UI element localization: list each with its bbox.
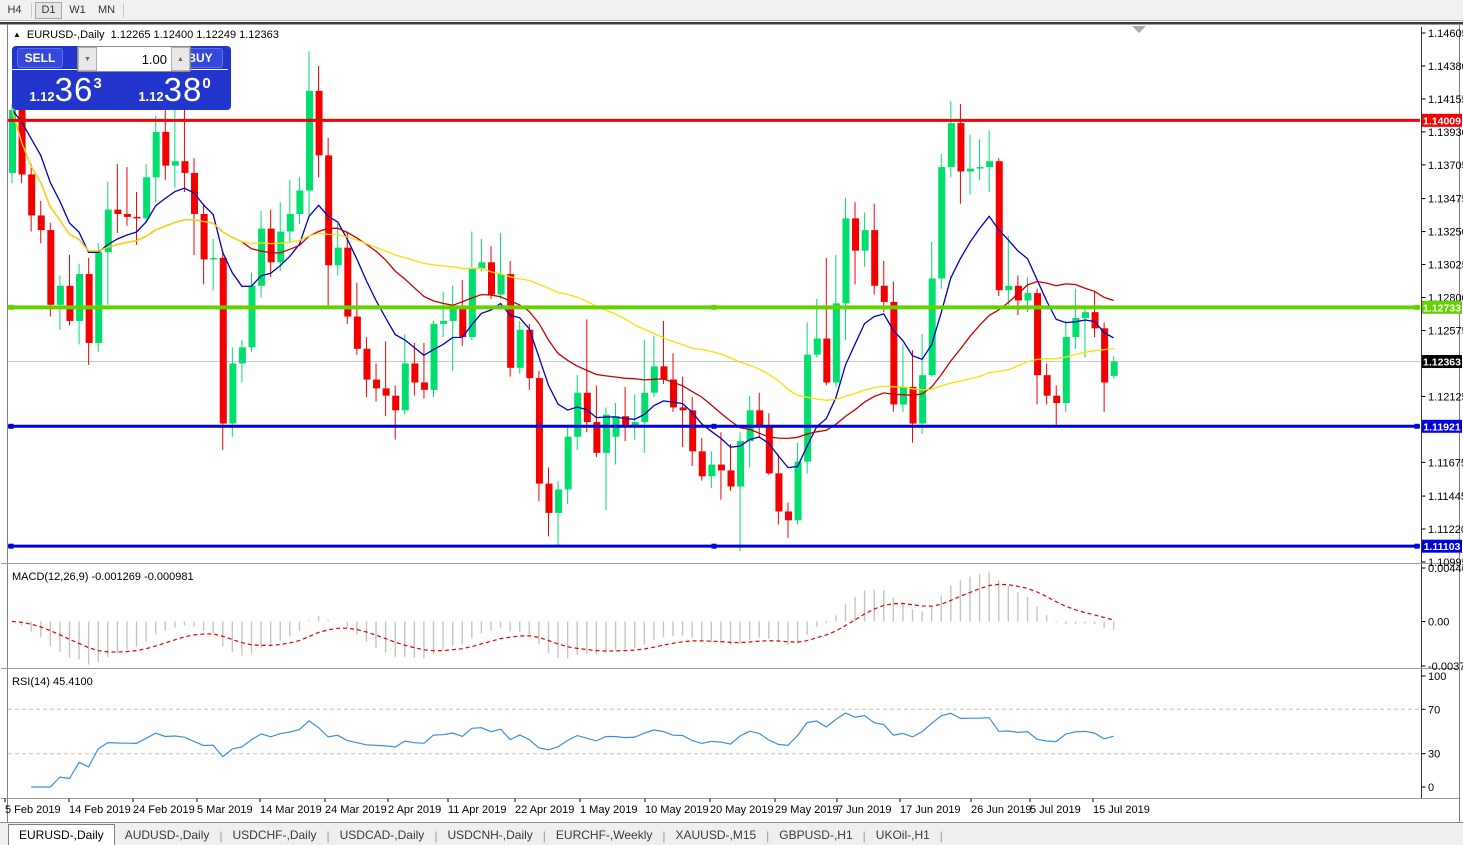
date-tick-label: 14 Feb 2019 [69, 804, 131, 816]
volume-decrease-button[interactable]: ▼ [78, 47, 97, 71]
svg-text:1.13705: 1.13705 [1428, 160, 1463, 172]
buy-price-box[interactable]: 1.12 38 0 [121, 70, 228, 110]
svg-text:1.12363: 1.12363 [1423, 357, 1461, 369]
sell-button[interactable]: SELL [17, 48, 63, 68]
svg-text:0.004465: 0.004465 [1428, 563, 1463, 575]
macd-indicator-label: MACD(12,26,9) -0.001269 -0.000981 [12, 571, 194, 583]
tab-separator: | [940, 829, 943, 845]
hline-handle [1415, 424, 1420, 429]
date-tick-label: 5 Jul 2019 [1030, 804, 1081, 816]
period-toolbar: H4 D1W1MN [0, 0, 1463, 21]
svg-text:1.14380: 1.14380 [1428, 61, 1463, 73]
symbol-tab-eurchf[interactable]: EURCHF-,Weekly [546, 825, 662, 845]
chart-window: 1.14605 1.14380 1.14155 1.13930 1.13705 1.134… [0, 22, 1463, 822]
period-tab-d1[interactable]: D1 [35, 2, 62, 19]
chart-title: ▲ EURUSD-,Daily 1.12265 1.12400 1.12249 1… [13, 29, 279, 41]
svg-text:1.11103: 1.11103 [1424, 541, 1461, 553]
svg-text:1.12125: 1.12125 [1428, 391, 1463, 403]
toolbar-separator [123, 3, 124, 18]
svg-text:1.11220: 1.11220 [1428, 524, 1463, 536]
date-tick-label: 17 Jun 2019 [900, 804, 961, 816]
toolbar-separator [31, 3, 32, 18]
sell-price-big: 36 [55, 72, 94, 108]
date-tick-label: 5 Mar 2019 [197, 804, 253, 816]
svg-text:70: 70 [1428, 704, 1440, 716]
period-tab-h4[interactable]: H4 [1, 2, 28, 19]
chart-symbol-label: EURUSD-,Daily [27, 29, 105, 41]
candlestick-series [9, 51, 1118, 551]
period-tab-w1[interactable]: W1 [64, 2, 91, 19]
svg-text:30: 30 [1428, 749, 1440, 761]
svg-text:1.11445: 1.11445 [1428, 491, 1463, 503]
symbol-tab-gbpusd[interactable]: GBPUSD-,H1 [769, 825, 862, 845]
date-tick-label: 22 Apr 2019 [515, 804, 574, 816]
sell-price-sup: 3 [93, 75, 101, 92]
symbol-tab-ukoil[interactable]: UKOil-,H1 [866, 825, 940, 845]
svg-text:1.14155: 1.14155 [1428, 94, 1463, 106]
hline-handle [9, 424, 14, 429]
date-tick-label: 29 May 2019 [775, 804, 839, 816]
macd-series [12, 572, 1114, 664]
symbol-tab-usdcad[interactable]: USDCAD-,Daily [330, 825, 435, 845]
chart-canvas[interactable]: 1.14605 1.14380 1.14155 1.13930 1.13705 1.134… [0, 22, 1463, 822]
hline-handle [712, 544, 717, 549]
svg-text:1.13025: 1.13025 [1428, 260, 1463, 272]
svg-text:1.13930: 1.13930 [1428, 127, 1463, 139]
svg-text:1.13250: 1.13250 [1428, 227, 1463, 239]
svg-text:0.00: 0.00 [1428, 617, 1449, 629]
date-tick-label: 24 Feb 2019 [133, 804, 195, 816]
symbol-tab-usdchf[interactable]: USDCHF-,Daily [223, 825, 327, 845]
hline-handle [9, 305, 14, 310]
svg-text:0: 0 [1428, 782, 1434, 794]
buy-price-big: 38 [164, 72, 203, 108]
sell-price-box[interactable]: 1.12 36 3 [12, 70, 119, 110]
date-tick-label: 14 Mar 2019 [260, 804, 322, 816]
symbol-tab-usdcnh[interactable]: USDCNH-,Daily [437, 825, 542, 845]
svg-text:1.11921: 1.11921 [1423, 421, 1461, 433]
svg-text:1.13475: 1.13475 [1428, 194, 1463, 206]
svg-text:1.14605: 1.14605 [1428, 28, 1463, 40]
chart-ohlc-values: 1.12265 1.12400 1.12249 1.12363 [111, 29, 279, 41]
symbol-tab-xauusd[interactable]: XAUUSD-,M15 [665, 825, 766, 845]
hline-handle [712, 305, 717, 310]
chart-shift-icon [1132, 26, 1146, 33]
date-tick-label: 11 Apr 2019 [448, 804, 507, 816]
rsi-line [31, 713, 1114, 787]
symbol-tab-bar: EURUSD-,DailyAUDUSD-,Daily | USDCHF-,Daily… [0, 822, 1463, 845]
buy-price-prefix: 1.12 [138, 89, 163, 104]
volume-input[interactable] [97, 47, 171, 71]
hline-handle [712, 424, 717, 429]
svg-text:1.12733: 1.12733 [1423, 302, 1461, 314]
date-tick-label: 24 Mar 2019 [325, 804, 387, 816]
date-tick-label: 5 Feb 2019 [5, 804, 61, 816]
buy-price-sup: 0 [202, 75, 210, 92]
volume-spinner: ▼ ▲ [77, 46, 191, 72]
svg-text:1.12575: 1.12575 [1428, 325, 1463, 337]
svg-text:1.14009: 1.14009 [1423, 115, 1461, 127]
date-tick-label: 20 May 2019 [710, 804, 774, 816]
svg-text:1.11675: 1.11675 [1428, 457, 1463, 469]
volume-increase-button[interactable]: ▲ [171, 47, 190, 71]
period-tab-mn[interactable]: MN [93, 2, 120, 19]
sell-price-prefix: 1.12 [29, 89, 54, 104]
date-tick-label: 7 Jun 2019 [837, 804, 891, 816]
one-click-trading-panel: SELL 1.12 36 3 BUY 1.12 38 0 ▼ ▲ [12, 46, 231, 110]
hline-handle [1415, 305, 1420, 310]
symbol-tab-audusd[interactable]: AUDUSD-,Daily [115, 825, 220, 845]
date-tick-label: 1 May 2019 [580, 804, 637, 816]
hline-handle [1415, 544, 1420, 549]
symbol-tab-eurusd[interactable]: EURUSD-,Daily [8, 824, 115, 845]
hline-handle [9, 544, 14, 549]
date-tick-label: 10 May 2019 [645, 804, 709, 816]
date-tick-label: 2 Apr 2019 [388, 804, 441, 816]
rsi-indicator-label: RSI(14) 45.4100 [12, 676, 93, 688]
collapse-panel-icon[interactable]: ▲ [13, 30, 21, 39]
date-tick-label: 15 Jul 2019 [1093, 804, 1150, 816]
svg-text:100: 100 [1428, 671, 1446, 683]
date-tick-label: 26 Jun 2019 [971, 804, 1032, 816]
